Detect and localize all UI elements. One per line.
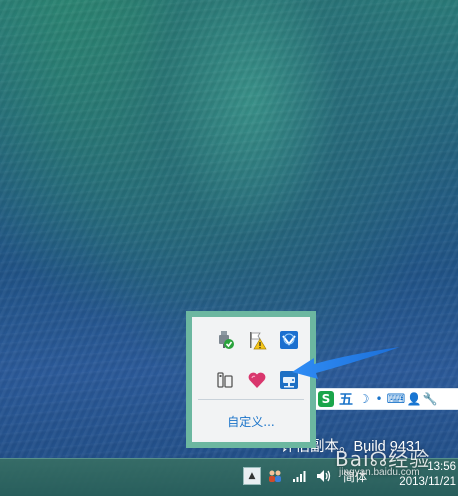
annotation-arrow-icon bbox=[292, 347, 400, 379]
baidu-jingyan-watermark: Bai☊经验 jingyan.baidu.com bbox=[335, 443, 430, 478]
usb-safely-remove-icon[interactable] bbox=[214, 329, 236, 351]
action-center-flag-warning-icon[interactable] bbox=[246, 329, 268, 351]
sogou-logo-icon[interactable]: S bbox=[318, 391, 334, 407]
ime-mode-button[interactable]: 五 bbox=[338, 391, 354, 408]
punctuation-dot-icon[interactable]: • bbox=[374, 391, 384, 407]
device-sync-icon[interactable] bbox=[214, 369, 236, 391]
customize-link[interactable]: 自定义... bbox=[192, 413, 310, 430]
wrench-settings-icon[interactable]: 🔧 bbox=[423, 391, 438, 407]
signal-strength-icon[interactable] bbox=[291, 468, 309, 484]
show-hidden-icons-button[interactable]: ▲ bbox=[243, 467, 261, 485]
ime-toolbar[interactable]: S 五 ☽ • ⌨ 👤 🔧 bbox=[314, 388, 458, 410]
half-width-moon-icon[interactable]: ☽ bbox=[358, 391, 370, 407]
flyout-divider bbox=[198, 399, 304, 400]
people-network-icon[interactable] bbox=[266, 468, 284, 484]
baidu-url-text: jingyan.baidu.com bbox=[339, 467, 420, 478]
volume-speaker-icon[interactable] bbox=[315, 468, 333, 484]
user-account-icon[interactable]: 👤 bbox=[407, 391, 422, 407]
heart-app-icon[interactable] bbox=[246, 369, 268, 391]
soft-keyboard-icon[interactable]: ⌨ bbox=[387, 391, 406, 407]
